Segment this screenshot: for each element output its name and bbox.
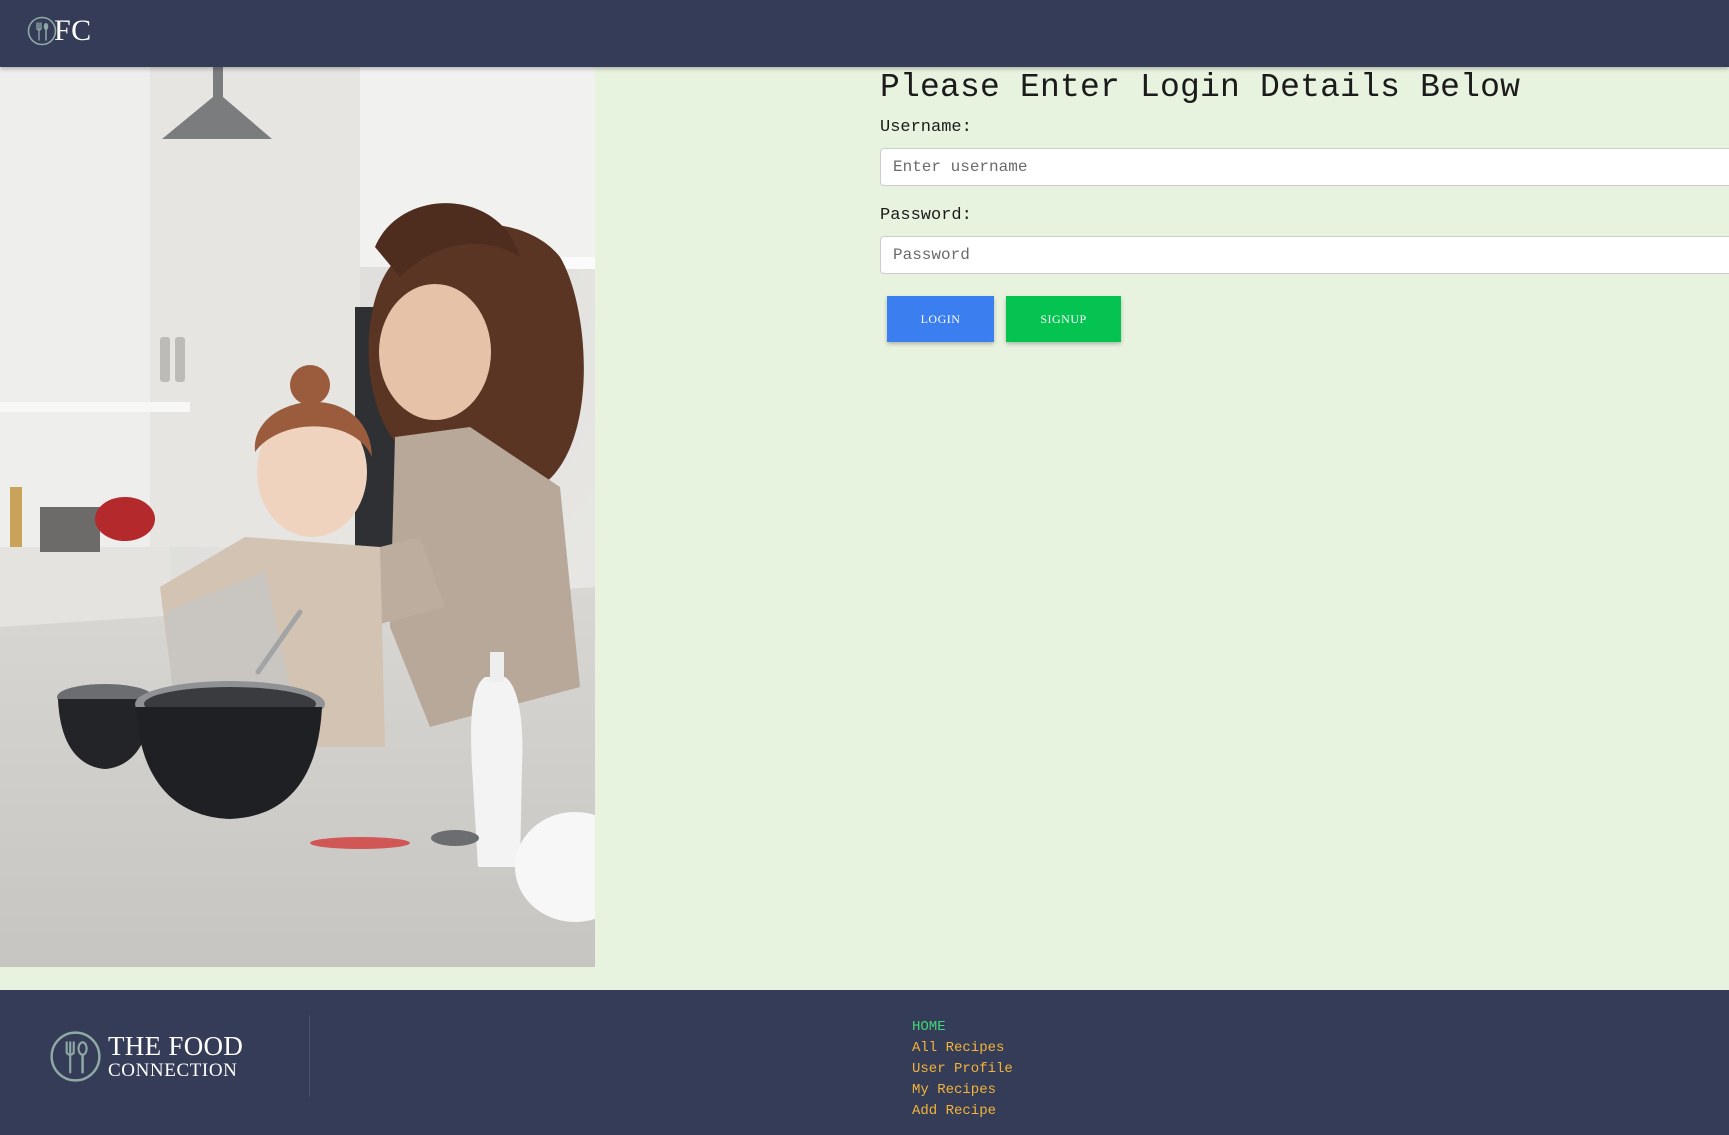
footer-logo-text: THE FOOD CONNECTION [108, 1031, 244, 1081]
form-actions: LOGIN SIGNUP [887, 296, 1729, 342]
footer-nav-my-recipes[interactable]: My Recipes [912, 1080, 1013, 1101]
footer-logo[interactable]: THE FOOD CONNECTION [49, 1030, 243, 1083]
footer-divider [309, 1015, 310, 1097]
password-label: Password: [880, 206, 972, 225]
footer-nav-add-recipe[interactable]: Add Recipe [912, 1101, 1013, 1122]
footer-nav: HOME All Recipes User Profile My Recipes… [912, 1017, 1013, 1122]
fork-spoon-icon [50, 1031, 101, 1082]
brand-text: FC [54, 14, 92, 47]
username-label: Username: [880, 118, 972, 137]
footer-nav-home[interactable]: HOME [912, 1017, 1013, 1038]
footer-nav-user-profile[interactable]: User Profile [912, 1059, 1013, 1080]
username-input[interactable] [880, 148, 1729, 186]
login-button[interactable]: LOGIN [887, 296, 994, 342]
login-form: Please Enter Login Details Below Usernam… [880, 67, 1729, 342]
footer-logo-line1: THE FOOD [108, 1031, 244, 1061]
password-input[interactable] [880, 236, 1729, 274]
footer-nav-all-recipes[interactable]: All Recipes [912, 1038, 1013, 1059]
signup-button[interactable]: SIGNUP [1006, 296, 1121, 342]
brand-logo-link[interactable]: FC [27, 14, 92, 48]
top-navbar: FC [0, 0, 1729, 67]
footer-logo-line2: CONNECTION [108, 1060, 238, 1081]
kitchen-photo [0, 67, 595, 967]
fork-spoon-icon [27, 16, 57, 46]
page-title: Please Enter Login Details Below [880, 69, 1521, 106]
site-footer: THE FOOD CONNECTION HOME All Recipes Use… [0, 990, 1729, 1135]
